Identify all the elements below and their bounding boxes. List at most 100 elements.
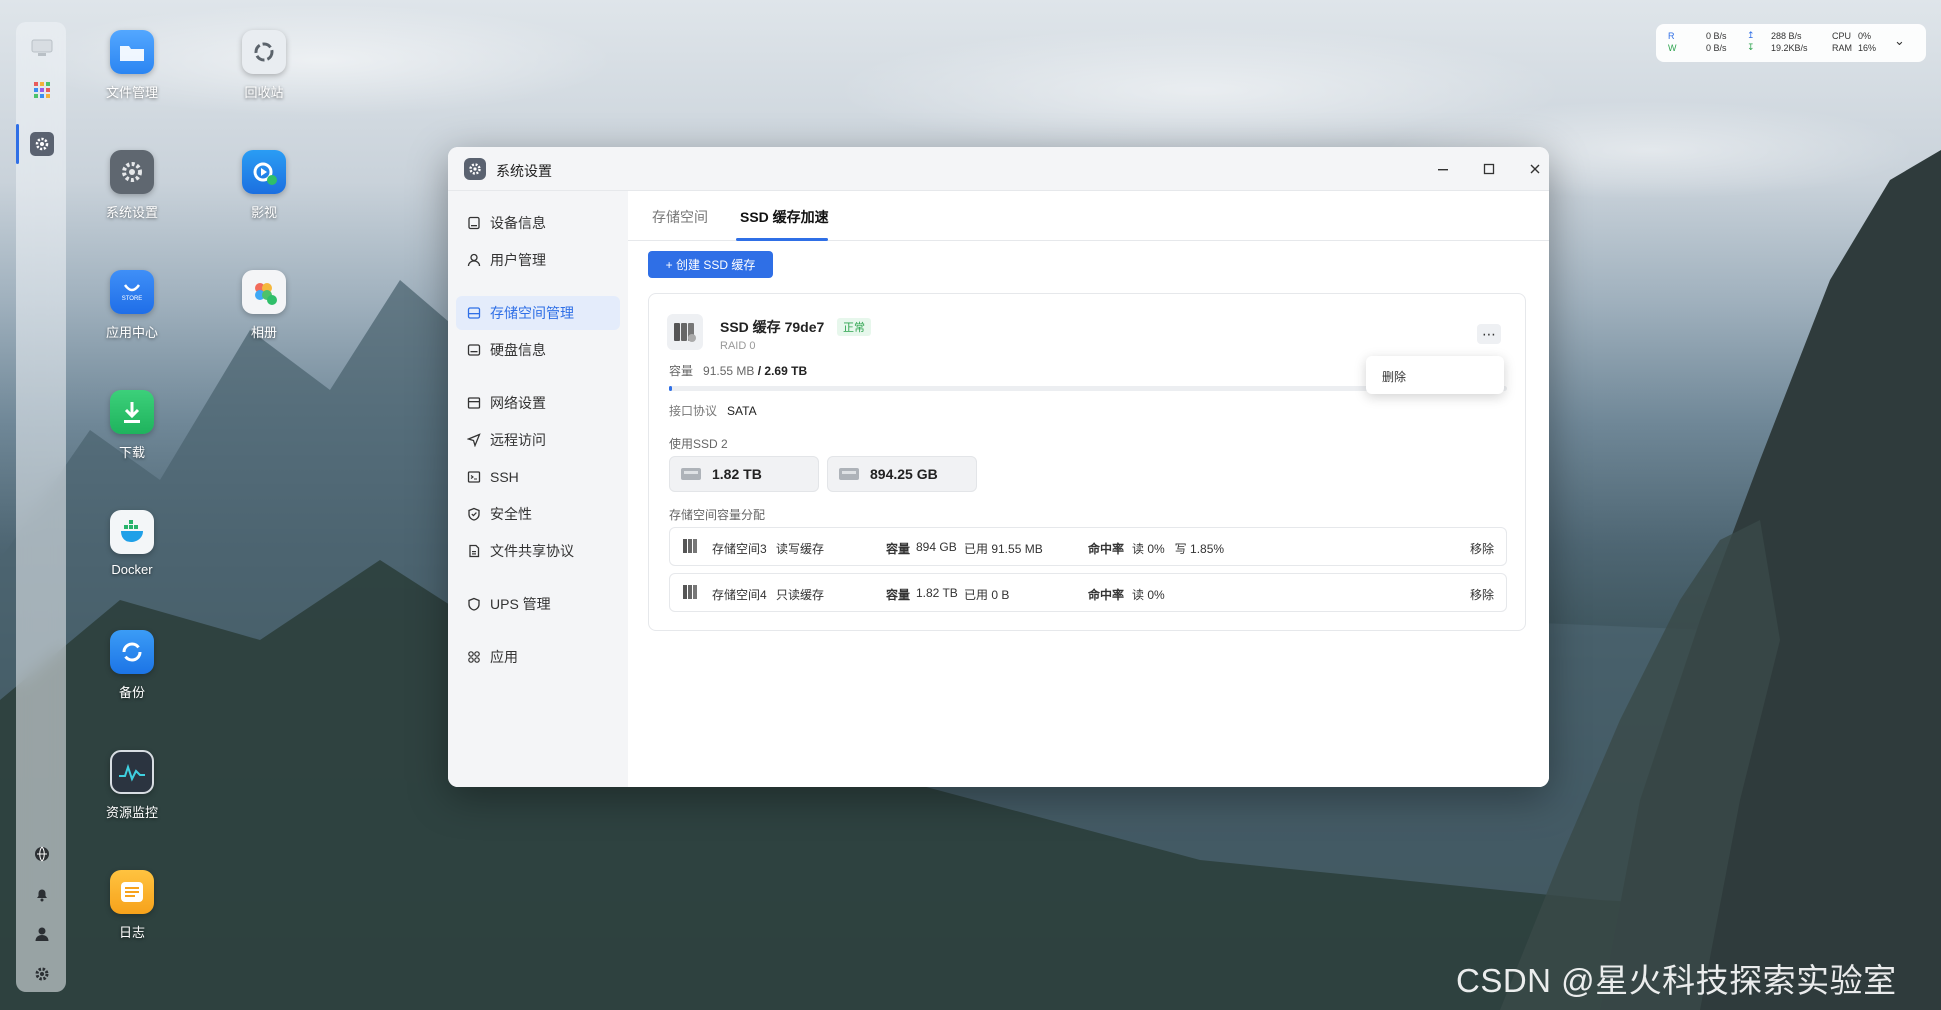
desktop-icon-resource-monitor[interactable]: 资源监控 [87, 750, 177, 821]
sidebar-item-file-sharing[interactable]: 文件共享协议 [456, 534, 620, 568]
dock-active-indicator [16, 124, 19, 164]
desktop-icon-system-settings[interactable]: 系统设置 [87, 150, 177, 221]
row-hit-label: 命中率 [1088, 542, 1125, 556]
row-cap-value: 1.82 TB [916, 586, 958, 600]
user-icon [466, 252, 482, 268]
sidebar-item-label: 网络设置 [490, 395, 546, 411]
send-icon [466, 432, 482, 448]
desktop-icon-label: 相册 [250, 325, 277, 340]
video-icon [242, 150, 286, 194]
create-ssd-cache-button[interactable]: + 创建 SSD 缓存 [648, 251, 773, 278]
log-list-icon [110, 870, 154, 914]
sidebar-item-apps[interactable]: 应用 [456, 640, 620, 674]
watermark-text: CSDN @星火科技探索实验室 [1456, 962, 1897, 999]
desktop-icon-label: 影视 [250, 205, 277, 220]
protocol-value: SATA [727, 404, 757, 418]
sidebar-item-network-settings[interactable]: 网络设置 [456, 386, 620, 420]
tab-storage-space[interactable]: 存储空间 [652, 207, 708, 227]
settings-app-icon[interactable] [30, 132, 54, 156]
sidebar-item-disk-info[interactable]: 硬盘信息 [456, 333, 620, 367]
desktop-icon-file-manager[interactable]: 文件管理 [87, 30, 177, 101]
sidebar-item-label: 安全性 [490, 506, 532, 522]
desktop-icon-label: 回收站 [244, 85, 284, 100]
store-tile-text: STORE [121, 295, 143, 302]
user-icon[interactable] [30, 922, 54, 946]
raid-level: RAID 0 [720, 340, 756, 352]
ups-shield-icon [466, 596, 482, 612]
chevron-down-icon[interactable]: ⌄ [1894, 33, 1905, 49]
desktop-icon-logs[interactable]: 日志 [87, 870, 177, 941]
docker-icon [110, 510, 154, 554]
desktop-icon-label: Docker [111, 562, 153, 577]
sidebar-item-label: 远程访问 [490, 432, 546, 448]
desktop-icon-download[interactable]: 下载 [87, 390, 177, 461]
app-launcher-icon[interactable] [30, 78, 54, 102]
ssd-size: 894.25 GB [870, 466, 938, 482]
desktop-icon-docker[interactable]: Docker [87, 510, 177, 577]
disk-read-label: R [1668, 31, 1675, 41]
shield-icon [466, 506, 482, 522]
protocol-label: 接口协议 [669, 404, 718, 418]
remove-button[interactable]: 移除 [1470, 586, 1494, 603]
settings-sidebar: 设备信息 用户管理 存储空间管理 硬盘信息 网络设置 远程访问 SSH 安全性 [448, 191, 628, 787]
ssd-chip[interactable]: 894.25 GB [827, 456, 977, 492]
close-button[interactable] [1525, 159, 1545, 179]
sidebar-item-label: 应用 [490, 649, 518, 665]
notification-bell-icon[interactable] [30, 882, 54, 906]
context-menu: 删除 [1366, 356, 1504, 394]
folder-icon [110, 30, 154, 74]
capacity-label: 容量 [669, 364, 694, 378]
desktop-icon-app-center[interactable]: STORE 应用中心 [87, 270, 177, 341]
storage-pool-icon [682, 538, 700, 554]
desktop-icon-backup[interactable]: 备份 [87, 630, 177, 701]
settings-gear-icon [110, 150, 154, 194]
desktop-icon-photos[interactable]: 相册 [219, 270, 309, 341]
minimize-button[interactable] [1433, 159, 1453, 179]
network-icon [466, 395, 482, 411]
sidebar-item-label: 硬盘信息 [490, 342, 546, 358]
window-titlebar[interactable]: 系统设置 [448, 147, 1549, 191]
sidebar-item-label: UPS 管理 [490, 596, 551, 612]
disk-read-value: 0 B/s [1706, 31, 1727, 41]
sidebar-item-security[interactable]: 安全性 [456, 497, 620, 531]
sidebar-item-ssh[interactable]: SSH [456, 460, 620, 494]
desktop-icon[interactable] [30, 36, 54, 60]
backup-sync-icon [110, 630, 154, 674]
sidebar-item-ups[interactable]: UPS 管理 [456, 587, 620, 621]
sidebar-item-device-info[interactable]: 设备信息 [456, 206, 620, 240]
capacity-progress-fill [669, 386, 672, 391]
sidebar-item-user-management[interactable]: 用户管理 [456, 243, 620, 277]
ram-value: 16% [1858, 43, 1877, 53]
ssd-drive-icon [681, 468, 701, 480]
disk-icon [466, 342, 482, 358]
tab-active-indicator [736, 238, 828, 241]
disk-write-label: W [1668, 43, 1677, 53]
remove-button[interactable]: 移除 [1470, 540, 1494, 557]
recycle-icon [242, 30, 286, 74]
gear-icon[interactable] [30, 962, 54, 986]
sidebar-item-label: 用户管理 [490, 252, 546, 268]
delete-menu-item[interactable]: 删除 [1382, 368, 1406, 385]
sidebar-item-storage-management[interactable]: 存储空间管理 [456, 296, 620, 330]
tab-ssd-cache[interactable]: SSD 缓存加速 [740, 207, 829, 227]
upload-icon: ↥ [1747, 30, 1755, 40]
desktop-icon-label: 文件管理 [105, 85, 158, 100]
monitor-chart-icon [110, 750, 154, 794]
apps-grid-icon [466, 649, 482, 665]
globe-icon[interactable] [30, 842, 54, 866]
row-cap-value: 894 GB [916, 540, 957, 554]
desktop-icon-label: 下载 [118, 445, 145, 460]
desktop-icon-recycle-bin[interactable]: 回收站 [219, 30, 309, 101]
terminal-icon [466, 469, 482, 485]
desktop-icon-label: 应用中心 [105, 325, 158, 340]
allocation-label: 存储空间容量分配 [669, 508, 766, 522]
download-arrow-icon: ↧ [1747, 42, 1755, 52]
ssd-chip[interactable]: 1.82 TB [669, 456, 819, 492]
desktop-icon-label: 备份 [118, 685, 145, 700]
more-options-icon[interactable]: ⋯ [1477, 324, 1501, 344]
system-status-widget[interactable]: R W 0 B/s 0 B/s ↥ ↧ 288 B/s 19.2KB/s CPU… [1656, 24, 1926, 62]
desktop-icon-video[interactable]: 影视 [219, 150, 309, 221]
maximize-button[interactable] [1479, 159, 1499, 179]
device-icon [466, 215, 482, 231]
sidebar-item-remote-access[interactable]: 远程访问 [456, 423, 620, 457]
